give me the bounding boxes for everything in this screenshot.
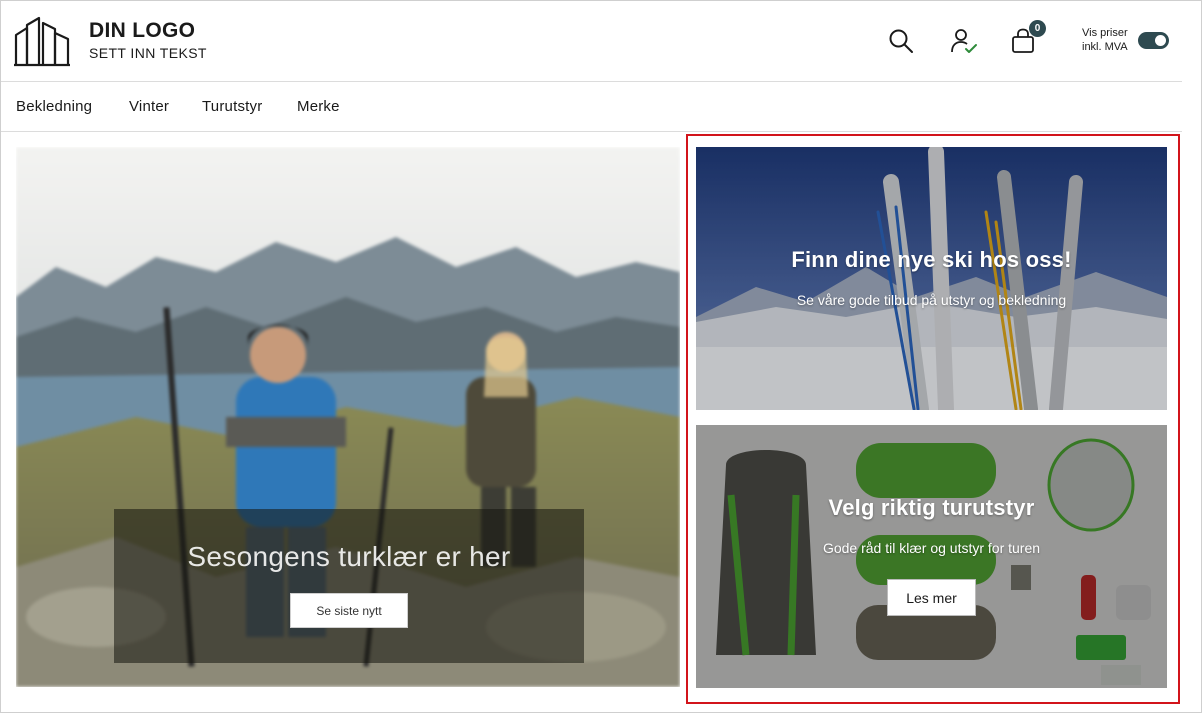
nav-item-bekledning[interactable]: Bekledning <box>16 98 92 115</box>
promo-card-gear[interactable]: Velg riktig turutstyr Gode råd til klær … <box>696 425 1167 688</box>
hero-cta-button[interactable]: Se siste nytt <box>290 593 408 628</box>
vat-label-line1: Vis priser <box>1082 27 1128 39</box>
promo-card-ski[interactable]: Finn dine nye ski hos oss! Se våre gode … <box>696 147 1167 410</box>
ski-card-title: Finn dine nye ski hos oss! <box>791 247 1072 272</box>
nav-item-turutstyr[interactable]: Turutstyr <box>202 98 262 115</box>
nav-item-vinter[interactable]: Vinter <box>129 98 169 115</box>
gear-card-subtitle: Gode råd til klær og utstyr for turen <box>822 540 1041 556</box>
search-button[interactable] <box>885 25 917 57</box>
vat-label: Vis priser inkl. MVA <box>1082 26 1128 54</box>
ski-image <box>696 147 1167 410</box>
brand-title: DIN LOGO <box>89 19 196 42</box>
user-check-icon <box>951 29 977 53</box>
hero-text-overlay <box>114 509 584 663</box>
search-icon <box>889 29 913 53</box>
vat-label-line2: inkl. MVA <box>1082 41 1128 53</box>
gear-card-title: Velg riktig turutstyr <box>828 495 1035 520</box>
account-button[interactable] <box>948 25 980 57</box>
read-more-button[interactable]: Les mer <box>887 579 976 616</box>
gear-image <box>696 425 1167 688</box>
toggle-knob <box>1155 35 1166 46</box>
main-nav: Bekledning Vinter Turutstyr Merke <box>1 83 1182 132</box>
cart-count-badge: 0 <box>1029 20 1046 37</box>
site-header: DIN LOGO SETT INN TEKST 0 Vis priser ink… <box>1 1 1182 82</box>
hero-banner[interactable]: Sesongens turklær er her Se siste nytt <box>16 147 680 687</box>
vat-toggle[interactable] <box>1138 32 1169 49</box>
buildings-logo-icon[interactable] <box>13 15 71 67</box>
nav-item-merke[interactable]: Merke <box>297 98 340 115</box>
ski-card-subtitle: Se våre gode tilbud på utstyr og bekledn… <box>796 292 1067 308</box>
brand-subtitle: SETT INN TEKST <box>89 45 207 61</box>
hero-title: Sesongens turklær er her <box>187 541 511 572</box>
